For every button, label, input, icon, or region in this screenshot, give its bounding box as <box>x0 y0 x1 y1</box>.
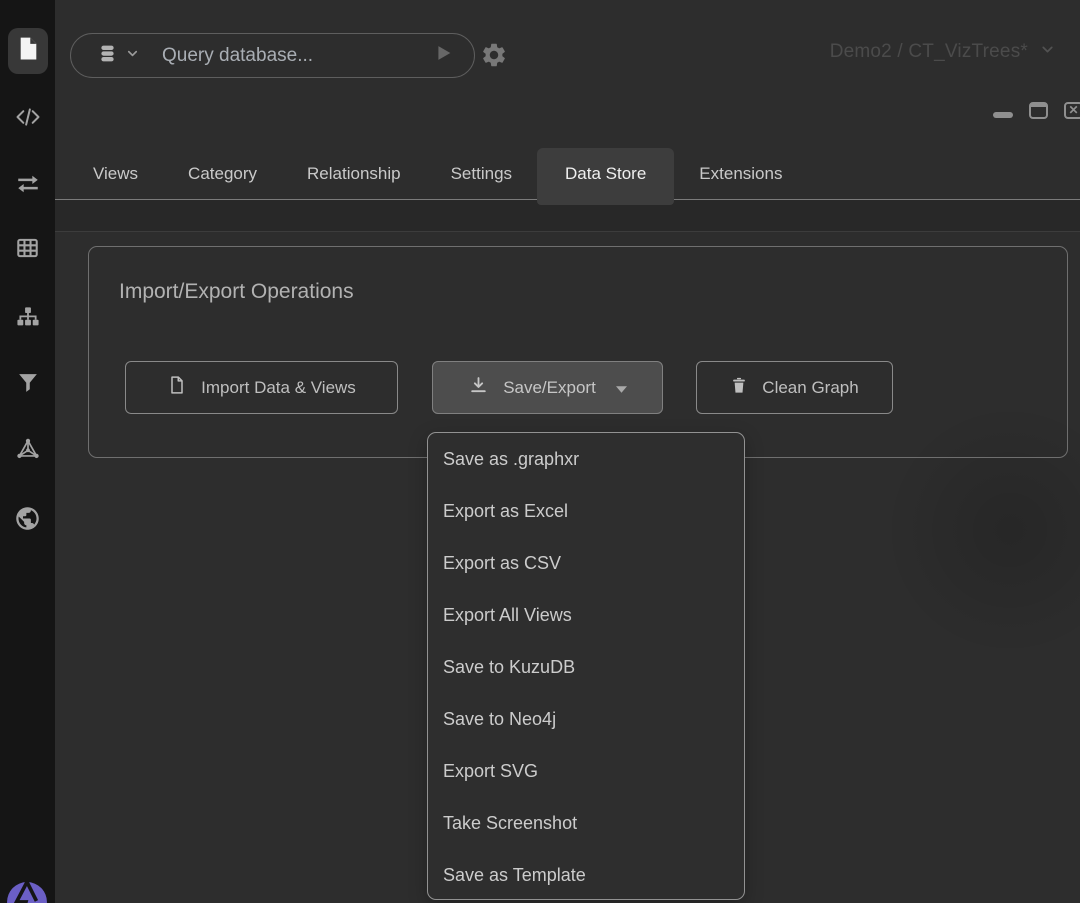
download-icon <box>468 375 489 401</box>
sidebar-item-project[interactable] <box>8 28 48 74</box>
sidebar-item-network[interactable] <box>0 426 55 470</box>
query-input[interactable] <box>162 45 432 67</box>
sidebar-item-code[interactable] <box>0 95 55 139</box>
gear-icon[interactable] <box>480 41 508 74</box>
menu-item-export-csv[interactable]: Export as CSV <box>428 537 744 589</box>
tab-settings[interactable]: Settings <box>426 148 537 200</box>
project-selector[interactable]: Demo2 / CT_VizTrees* <box>830 41 1056 63</box>
caret-down-icon <box>616 378 627 398</box>
save-export-menu: Save as .graphxr Export as Excel Export … <box>427 432 745 900</box>
sidebar <box>0 0 55 903</box>
save-export-button-label: Save/Export <box>503 378 596 398</box>
panel-title: Import/Export Operations <box>119 280 354 304</box>
database-icon <box>97 43 118 69</box>
query-bar[interactable] <box>70 33 475 78</box>
tab-data-store[interactable]: Data Store <box>537 148 674 205</box>
document-icon <box>16 34 41 68</box>
network-icon <box>14 435 42 462</box>
window-controls: ✕ <box>993 102 1080 119</box>
menu-item-export-excel[interactable]: Export as Excel <box>428 485 744 537</box>
menu-item-export-svg[interactable]: Export SVG <box>428 745 744 797</box>
tab-extensions[interactable]: Extensions <box>674 148 807 200</box>
project-title: Demo2 / CT_VizTrees* <box>830 41 1028 63</box>
menu-item-save-neo4j[interactable]: Save to Neo4j <box>428 693 744 745</box>
filter-icon <box>15 370 41 395</box>
sidebar-item-globe[interactable] <box>0 496 55 540</box>
project-chevron-icon <box>1039 41 1056 63</box>
tab-bar: Views Category Relationship Settings Dat… <box>68 148 807 205</box>
menu-item-take-screenshot[interactable]: Take Screenshot <box>428 797 744 849</box>
swap-arrows-icon <box>14 171 42 197</box>
clean-graph-button-label: Clean Graph <box>762 378 858 398</box>
app-window: Demo2 / CT_VizTrees* ✕ Views Category Re… <box>0 0 1080 903</box>
tab-views[interactable]: Views <box>68 148 163 200</box>
globe-icon <box>14 505 41 532</box>
table-icon <box>14 235 41 261</box>
clean-graph-button[interactable]: Clean Graph <box>696 361 893 414</box>
menu-item-save-kuzudb[interactable]: Save to KuzuDB <box>428 641 744 693</box>
maximize-icon[interactable] <box>1029 102 1048 119</box>
menu-item-save-graphxr[interactable]: Save as .graphxr <box>428 433 744 485</box>
run-query-icon[interactable] <box>432 42 454 69</box>
brand-logo[interactable] <box>6 881 48 903</box>
trash-icon <box>730 375 748 401</box>
file-icon <box>167 374 187 401</box>
minimize-icon[interactable] <box>993 112 1013 118</box>
hierarchy-icon <box>14 304 42 331</box>
sidebar-item-hierarchy[interactable] <box>0 295 55 339</box>
import-export-panel: Import/Export Operations Import Data & V… <box>88 246 1068 458</box>
import-data-views-button[interactable]: Import Data & Views <box>125 361 398 414</box>
sidebar-item-table[interactable] <box>0 226 55 270</box>
code-icon <box>13 103 43 131</box>
tab-category[interactable]: Category <box>163 148 282 200</box>
menu-item-save-template[interactable]: Save as Template <box>428 849 744 900</box>
sidebar-item-filter[interactable] <box>0 360 55 404</box>
menu-item-export-views[interactable]: Export All Views <box>428 589 744 641</box>
save-export-button[interactable]: Save/Export <box>432 361 663 414</box>
close-icon[interactable]: ✕ <box>1064 102 1080 119</box>
database-select-chevron-icon[interactable] <box>125 46 140 66</box>
tab-relationship[interactable]: Relationship <box>282 148 426 200</box>
sidebar-item-transform[interactable] <box>0 162 55 206</box>
import-button-label: Import Data & Views <box>201 378 356 398</box>
